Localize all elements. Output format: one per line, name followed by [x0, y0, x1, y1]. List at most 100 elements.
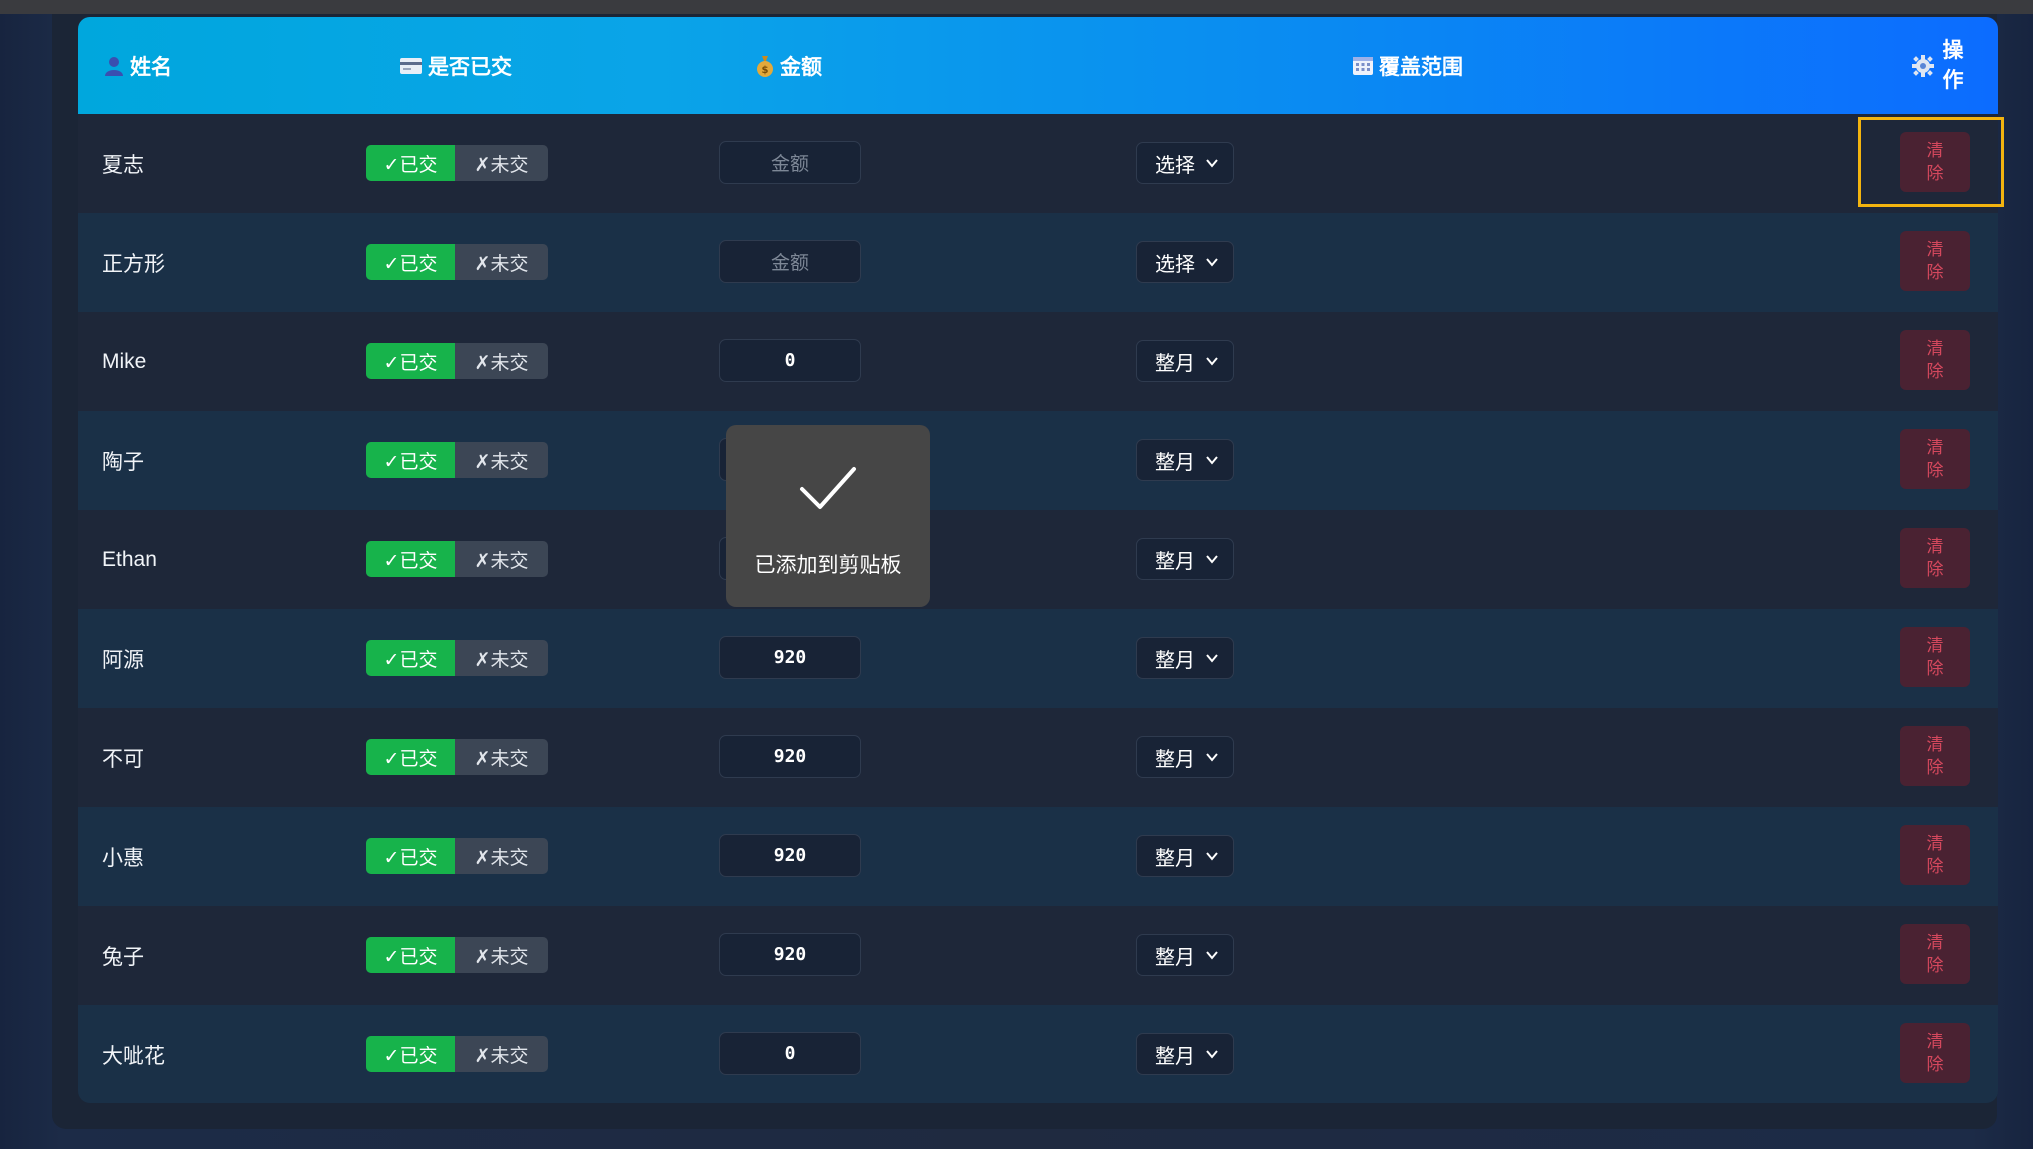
unpaid-button[interactable]: ✗未交 — [455, 1036, 548, 1072]
gear-icon — [1912, 54, 1934, 77]
table-row: 兔子 ✓已交 ✗未交 920 整月 清除 — [78, 906, 1998, 1005]
toast-message: 已添加到剪贴板 — [754, 554, 902, 577]
card-icon — [400, 57, 422, 74]
paid-toggle: ✓已交 ✗未交 — [366, 541, 548, 577]
paid-button[interactable]: ✓已交 — [366, 838, 455, 874]
range-select[interactable]: 整月 — [1136, 340, 1234, 382]
table-row: 正方形 ✓已交 ✗未交 金额 选择 清除 — [78, 213, 1998, 312]
chevron-down-icon — [1206, 555, 1218, 564]
paid-button[interactable]: ✓已交 — [366, 343, 455, 379]
range-select-value: 整月 — [1155, 1045, 1195, 1068]
focus-highlight — [1858, 117, 2004, 207]
amount-input[interactable]: 金额 — [719, 240, 861, 283]
column-header-op-label: 操作 — [1942, 38, 1964, 92]
amount-input[interactable]: 920 — [719, 735, 861, 778]
paid-button[interactable]: ✓已交 — [366, 244, 455, 280]
amount-input[interactable]: 0 — [719, 339, 861, 382]
column-header-range: 覆盖范围 — [1353, 17, 1463, 114]
chevron-down-icon — [1206, 357, 1218, 366]
clear-button[interactable]: 清除 — [1900, 429, 1970, 489]
unpaid-button[interactable]: ✗未交 — [455, 442, 548, 478]
money-bag-icon: $ — [757, 55, 773, 77]
member-name: 小惠 — [102, 846, 144, 870]
range-select-value: 整月 — [1155, 649, 1195, 672]
member-name: 正方形 — [102, 252, 165, 276]
clear-button[interactable]: 清除 — [1900, 528, 1970, 588]
table-row: 夏志 ✓已交 ✗未交 金额 选择 清除 — [78, 114, 1998, 213]
column-header-paid-label: 是否已交 — [428, 55, 512, 79]
unpaid-button[interactable]: ✗未交 — [455, 937, 548, 973]
range-select-value: 整月 — [1155, 352, 1195, 375]
paid-toggle: ✓已交 ✗未交 — [366, 442, 548, 478]
range-select[interactable]: 整月 — [1136, 736, 1234, 778]
unpaid-button[interactable]: ✗未交 — [455, 145, 548, 181]
table-header: 姓名 是否已交 $ 金额 覆盖范围 操作 — [78, 17, 1998, 114]
unpaid-button[interactable]: ✗未交 — [455, 739, 548, 775]
paid-toggle: ✓已交 ✗未交 — [366, 937, 548, 973]
clipboard-toast: 已添加到剪贴板 — [726, 425, 930, 607]
column-header-name-label: 姓名 — [130, 55, 172, 79]
column-header-op: 操作 — [1904, 17, 1974, 114]
svg-text:$: $ — [762, 65, 769, 76]
paid-button[interactable]: ✓已交 — [366, 541, 455, 577]
amount-input[interactable]: 920 — [719, 636, 861, 679]
clear-button[interactable]: 清除 — [1900, 1023, 1970, 1083]
range-select[interactable]: 整月 — [1136, 835, 1234, 877]
range-select[interactable]: 选择 — [1136, 241, 1234, 283]
range-select[interactable]: 选择 — [1136, 142, 1234, 184]
amount-input[interactable]: 920 — [719, 933, 861, 976]
range-select[interactable]: 整月 — [1136, 439, 1234, 481]
range-select-value: 选择 — [1155, 154, 1195, 177]
paid-toggle: ✓已交 ✗未交 — [366, 145, 548, 181]
column-header-range-label: 覆盖范围 — [1379, 55, 1463, 79]
paid-toggle: ✓已交 ✗未交 — [366, 640, 548, 676]
clear-button[interactable]: 清除 — [1900, 627, 1970, 687]
table-body: 夏志 ✓已交 ✗未交 金额 选择 清除 正方形 ✓已交 ✗未交 金额 选择 清除… — [78, 114, 1998, 1103]
chevron-down-icon — [1206, 654, 1218, 663]
range-select-value: 整月 — [1155, 550, 1195, 573]
chevron-down-icon — [1206, 258, 1218, 267]
chevron-down-icon — [1206, 1050, 1218, 1059]
amount-input[interactable]: 金额 — [719, 141, 861, 184]
clear-button[interactable]: 清除 — [1900, 825, 1970, 885]
range-select[interactable]: 整月 — [1136, 538, 1234, 580]
paid-button[interactable]: ✓已交 — [366, 1036, 455, 1072]
chevron-down-icon — [1206, 753, 1218, 762]
person-icon — [105, 56, 123, 76]
unpaid-button[interactable]: ✗未交 — [455, 838, 548, 874]
clear-button[interactable]: 清除 — [1900, 231, 1970, 291]
paid-button[interactable]: ✓已交 — [366, 937, 455, 973]
column-header-name: 姓名 — [104, 17, 172, 114]
paid-button[interactable]: ✓已交 — [366, 145, 455, 181]
table-row: 大呲花 ✓已交 ✗未交 0 整月 清除 — [78, 1005, 1998, 1103]
checkmark-icon — [800, 467, 856, 509]
amount-input[interactable]: 0 — [719, 1032, 861, 1075]
clear-button[interactable]: 清除 — [1900, 924, 1970, 984]
member-name: 兔子 — [102, 945, 144, 969]
payment-table: 姓名 是否已交 $ 金额 覆盖范围 操作 夏志 ✓已交 ✗未交 金额 选择 清除… — [78, 17, 1998, 1103]
amount-input[interactable]: 920 — [719, 834, 861, 877]
member-name: 陶子 — [102, 450, 144, 474]
column-header-amount: $ 金额 — [756, 17, 822, 114]
unpaid-button[interactable]: ✗未交 — [455, 541, 548, 577]
range-select-value: 整月 — [1155, 946, 1195, 969]
range-select[interactable]: 整月 — [1136, 637, 1234, 679]
chevron-down-icon — [1206, 951, 1218, 960]
paid-toggle: ✓已交 ✗未交 — [366, 838, 548, 874]
unpaid-button[interactable]: ✗未交 — [455, 343, 548, 379]
chevron-down-icon — [1206, 852, 1218, 861]
clear-button[interactable]: 清除 — [1900, 726, 1970, 786]
paid-button[interactable]: ✓已交 — [366, 442, 455, 478]
range-select[interactable]: 整月 — [1136, 934, 1234, 976]
calendar-icon — [1353, 56, 1373, 75]
range-select[interactable]: 整月 — [1136, 1033, 1234, 1075]
member-name: 阿源 — [102, 648, 144, 672]
paid-button[interactable]: ✓已交 — [366, 739, 455, 775]
paid-button[interactable]: ✓已交 — [366, 640, 455, 676]
range-select-value: 整月 — [1155, 847, 1195, 870]
clear-button[interactable]: 清除 — [1900, 330, 1970, 390]
unpaid-button[interactable]: ✗未交 — [455, 640, 548, 676]
unpaid-button[interactable]: ✗未交 — [455, 244, 548, 280]
table-row: 阿源 ✓已交 ✗未交 920 整月 清除 — [78, 609, 1998, 708]
range-select-value: 整月 — [1155, 748, 1195, 771]
